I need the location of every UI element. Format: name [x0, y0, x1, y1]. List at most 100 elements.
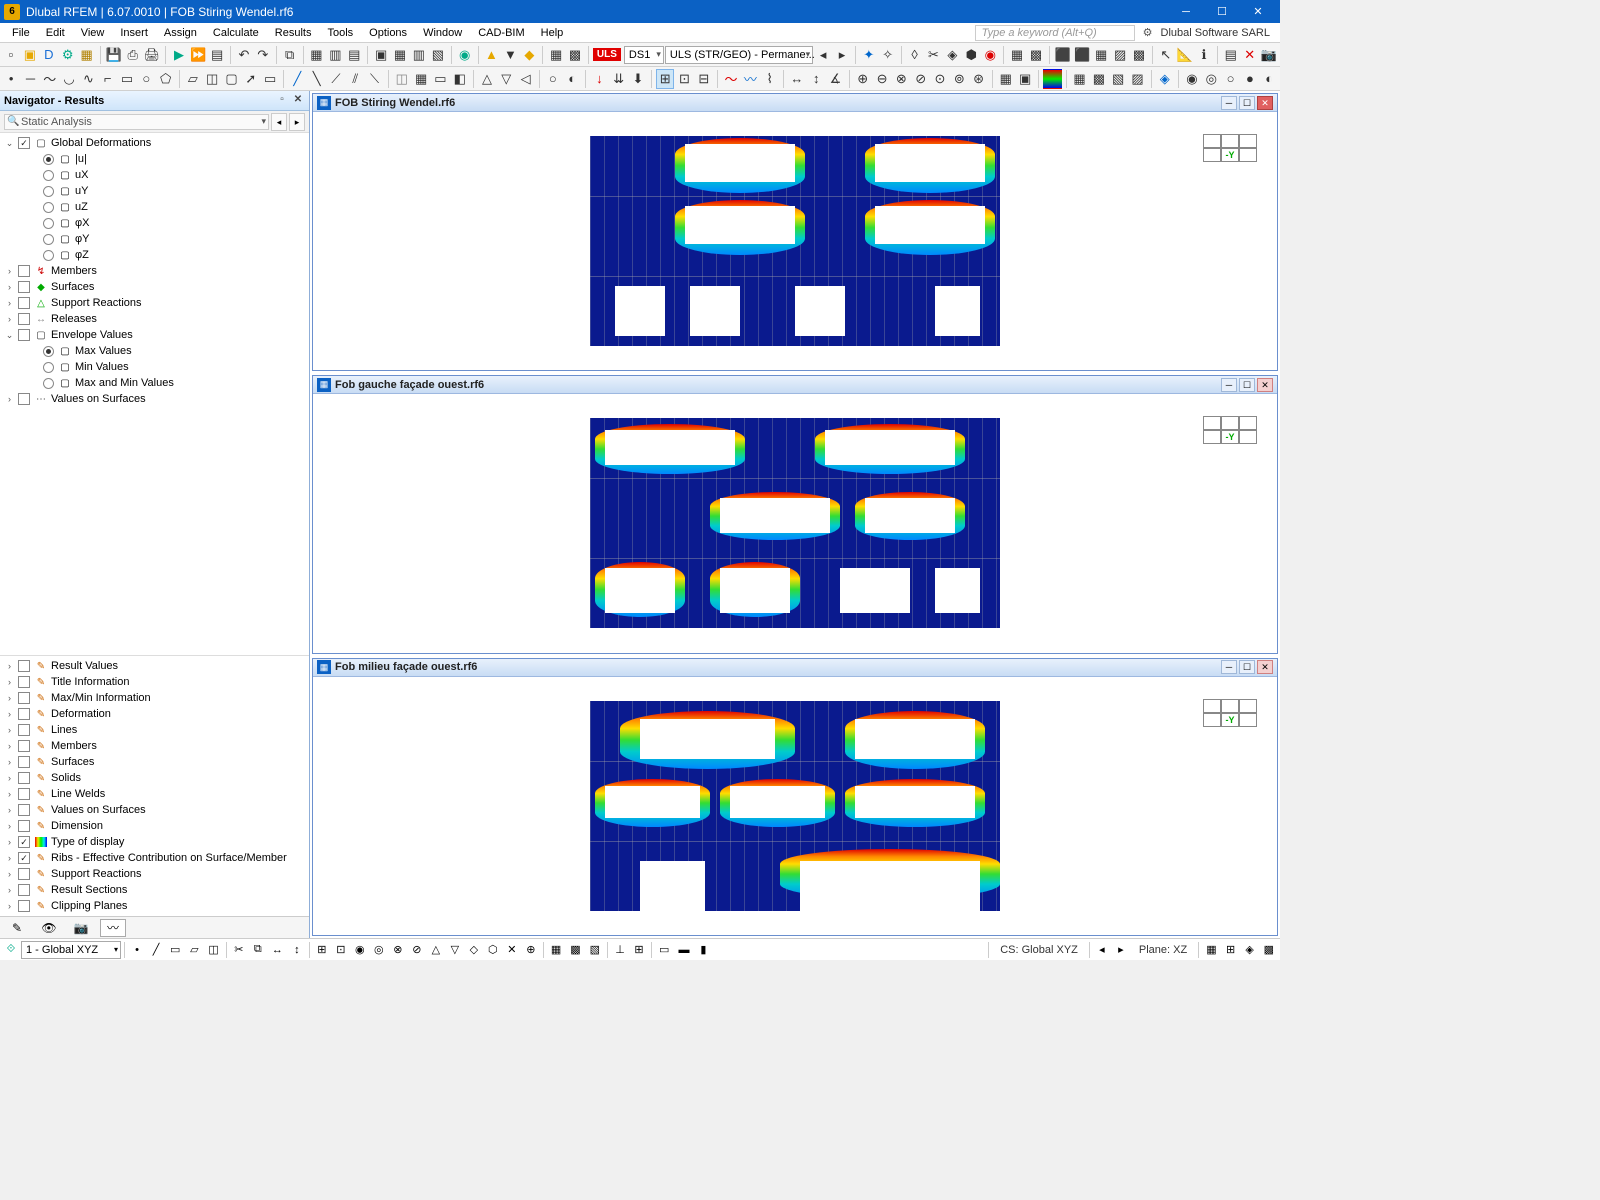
menu-view[interactable]: View: [73, 25, 113, 41]
undo-icon[interactable]: ↶: [235, 45, 253, 65]
graph2-icon[interactable]: 〰: [741, 69, 759, 89]
tree-item[interactable]: › ✎ Line Welds: [0, 786, 309, 802]
viewmode1-icon[interactable]: ▦: [1008, 45, 1026, 65]
display2-icon[interactable]: ▦: [391, 45, 409, 65]
tree-item[interactable]: › ↔ Releases: [0, 311, 309, 327]
view-close-button[interactable]: ✕: [1257, 660, 1273, 674]
menu-edit[interactable]: Edit: [38, 25, 73, 41]
addon2-icon[interactable]: ▲: [483, 45, 501, 65]
sb-plane3-icon[interactable]: ▮: [694, 941, 712, 959]
solid2-icon[interactable]: ▦: [412, 69, 430, 89]
tree-item[interactable]: › ✎ Surfaces: [0, 754, 309, 770]
view-header[interactable]: ▦ FOB Stiring Wendel.rf6 ─ ☐ ✕: [313, 94, 1277, 112]
new-wizard-icon[interactable]: ▣: [21, 45, 39, 65]
sb-snap8-icon[interactable]: ▽: [446, 941, 464, 959]
tree-item[interactable]: ▢ Min Values: [0, 359, 309, 375]
sb-plane-next-icon[interactable]: ▸: [1112, 941, 1130, 959]
load2-icon[interactable]: ⇊: [610, 69, 628, 89]
tree-item[interactable]: › ✎ Result Values: [0, 658, 309, 674]
load-case-combo[interactable]: ULS (STR/GEO) - Permane...: [665, 46, 813, 64]
coordinate-system-combo[interactable]: 1 - Global XYZ: [21, 941, 121, 959]
new-icon[interactable]: ▫: [2, 45, 20, 65]
show5-icon[interactable]: ◐: [1260, 69, 1278, 89]
info-icon[interactable]: ℹ: [1195, 45, 1213, 65]
node-icon[interactable]: •: [2, 69, 20, 89]
tree-item[interactable]: › ✎ Clipping Planes: [0, 898, 309, 914]
sb-view1-icon[interactable]: ▦: [547, 941, 565, 959]
sb-view3-icon[interactable]: ▧: [586, 941, 604, 959]
view-header[interactable]: ▦ Fob milieu façade ouest.rf6 ─ ☐ ✕: [313, 659, 1277, 677]
solid3-icon[interactable]: ▭: [431, 69, 449, 89]
tree-item[interactable]: ▢ Max and Min Values: [0, 375, 309, 391]
extra4-icon[interactable]: ⊘: [912, 69, 930, 89]
poly-icon[interactable]: ⬠: [157, 69, 175, 89]
sb-view2-icon[interactable]: ▩: [566, 941, 584, 959]
show2-icon[interactable]: ◎: [1202, 69, 1220, 89]
axis-navigator[interactable]: -Y: [1203, 689, 1259, 737]
show-numbers-icon[interactable]: ▤: [345, 45, 363, 65]
show3-icon[interactable]: ○: [1221, 69, 1239, 89]
view-close-button[interactable]: ✕: [1257, 378, 1273, 392]
sb-snap7-icon[interactable]: △: [427, 941, 445, 959]
hinge2-icon[interactable]: ◐: [563, 69, 581, 89]
tool2-icon[interactable]: ✂: [925, 45, 943, 65]
navigator-pin-icon[interactable]: ▫: [275, 94, 289, 108]
view-header[interactable]: ▦ Fob gauche façade ouest.rf6 ─ ☐ ✕: [313, 376, 1277, 394]
menu-tools[interactable]: Tools: [319, 25, 361, 41]
sb-snap4-icon[interactable]: ◎: [370, 941, 388, 959]
analysis-type-combo[interactable]: Static Analysis: [4, 114, 269, 130]
show-results-icon[interactable]: ▥: [326, 45, 344, 65]
support2-icon[interactable]: ▽: [497, 69, 515, 89]
analysis-prev-button[interactable]: ◂: [271, 113, 287, 131]
view-minimize-button[interactable]: ─: [1221, 96, 1237, 110]
extra5-icon[interactable]: ⊙: [931, 69, 949, 89]
sb-end3-icon[interactable]: ◈: [1241, 941, 1259, 959]
support1-icon[interactable]: △: [478, 69, 496, 89]
model-manager-icon[interactable]: ⚙: [59, 45, 77, 65]
show-loads-icon[interactable]: ▦: [307, 45, 325, 65]
extra6-icon[interactable]: ⊚: [950, 69, 968, 89]
tree-item[interactable]: › △ Support Reactions: [0, 295, 309, 311]
calculate-all-icon[interactable]: ⏩: [189, 45, 207, 65]
surf3-icon[interactable]: ▢: [222, 69, 240, 89]
addon1-icon[interactable]: ◉: [456, 45, 474, 65]
member4-icon[interactable]: ⫽: [346, 69, 364, 89]
hinge1-icon[interactable]: ○: [544, 69, 562, 89]
sb-plane2-icon[interactable]: ▬: [674, 941, 693, 959]
script-icon[interactable]: ▤: [1222, 45, 1240, 65]
snap2-icon[interactable]: ⊡: [675, 69, 693, 89]
measure-icon[interactable]: 📐: [1176, 45, 1194, 65]
tree-item[interactable]: ▢ φZ: [0, 247, 309, 263]
sb-snap3-icon[interactable]: ◉: [351, 941, 369, 959]
filter2-icon[interactable]: ✧: [879, 45, 897, 65]
render5-icon[interactable]: ▩: [1130, 45, 1148, 65]
sb-snap5-icon[interactable]: ⊗: [389, 941, 407, 959]
redo-icon[interactable]: ↷: [254, 45, 272, 65]
snap1-icon[interactable]: ⊞: [656, 69, 674, 89]
dim2-icon[interactable]: ↕: [807, 69, 825, 89]
block-manager-icon[interactable]: ▦: [78, 45, 96, 65]
copy-icon[interactable]: ⧉: [281, 45, 299, 65]
view-minimize-button[interactable]: ─: [1221, 378, 1237, 392]
render4-icon[interactable]: ▨: [1111, 45, 1129, 65]
tree-item[interactable]: › ✎ Dimension: [0, 818, 309, 834]
cube1-icon[interactable]: ▦: [1070, 69, 1088, 89]
tree-item[interactable]: ▢ φX: [0, 215, 309, 231]
view-canvas[interactable]: -Y: [313, 112, 1277, 370]
sb-snap6-icon[interactable]: ⊘: [408, 941, 426, 959]
tool1-icon[interactable]: ◊: [906, 45, 924, 65]
sb-edit3-icon[interactable]: ↔: [268, 941, 287, 959]
member3-icon[interactable]: ⟋: [327, 69, 345, 89]
sb-snap2-icon[interactable]: ⊡: [332, 941, 350, 959]
solid4-icon[interactable]: ◧: [451, 69, 469, 89]
circle-icon[interactable]: ○: [137, 69, 155, 89]
tree-item[interactable]: ▢ uX: [0, 167, 309, 183]
show1-icon[interactable]: ◉: [1183, 69, 1201, 89]
tree-item[interactable]: › ✎ Title Information: [0, 674, 309, 690]
menu-results[interactable]: Results: [267, 25, 320, 41]
tree-item[interactable]: › ✎ Members: [0, 738, 309, 754]
spline-icon[interactable]: ∿: [79, 69, 97, 89]
sb-edit4-icon[interactable]: ↕: [288, 941, 306, 959]
prev-loadcase-icon[interactable]: ◂: [814, 45, 832, 65]
solid1-icon[interactable]: ◫: [393, 69, 411, 89]
